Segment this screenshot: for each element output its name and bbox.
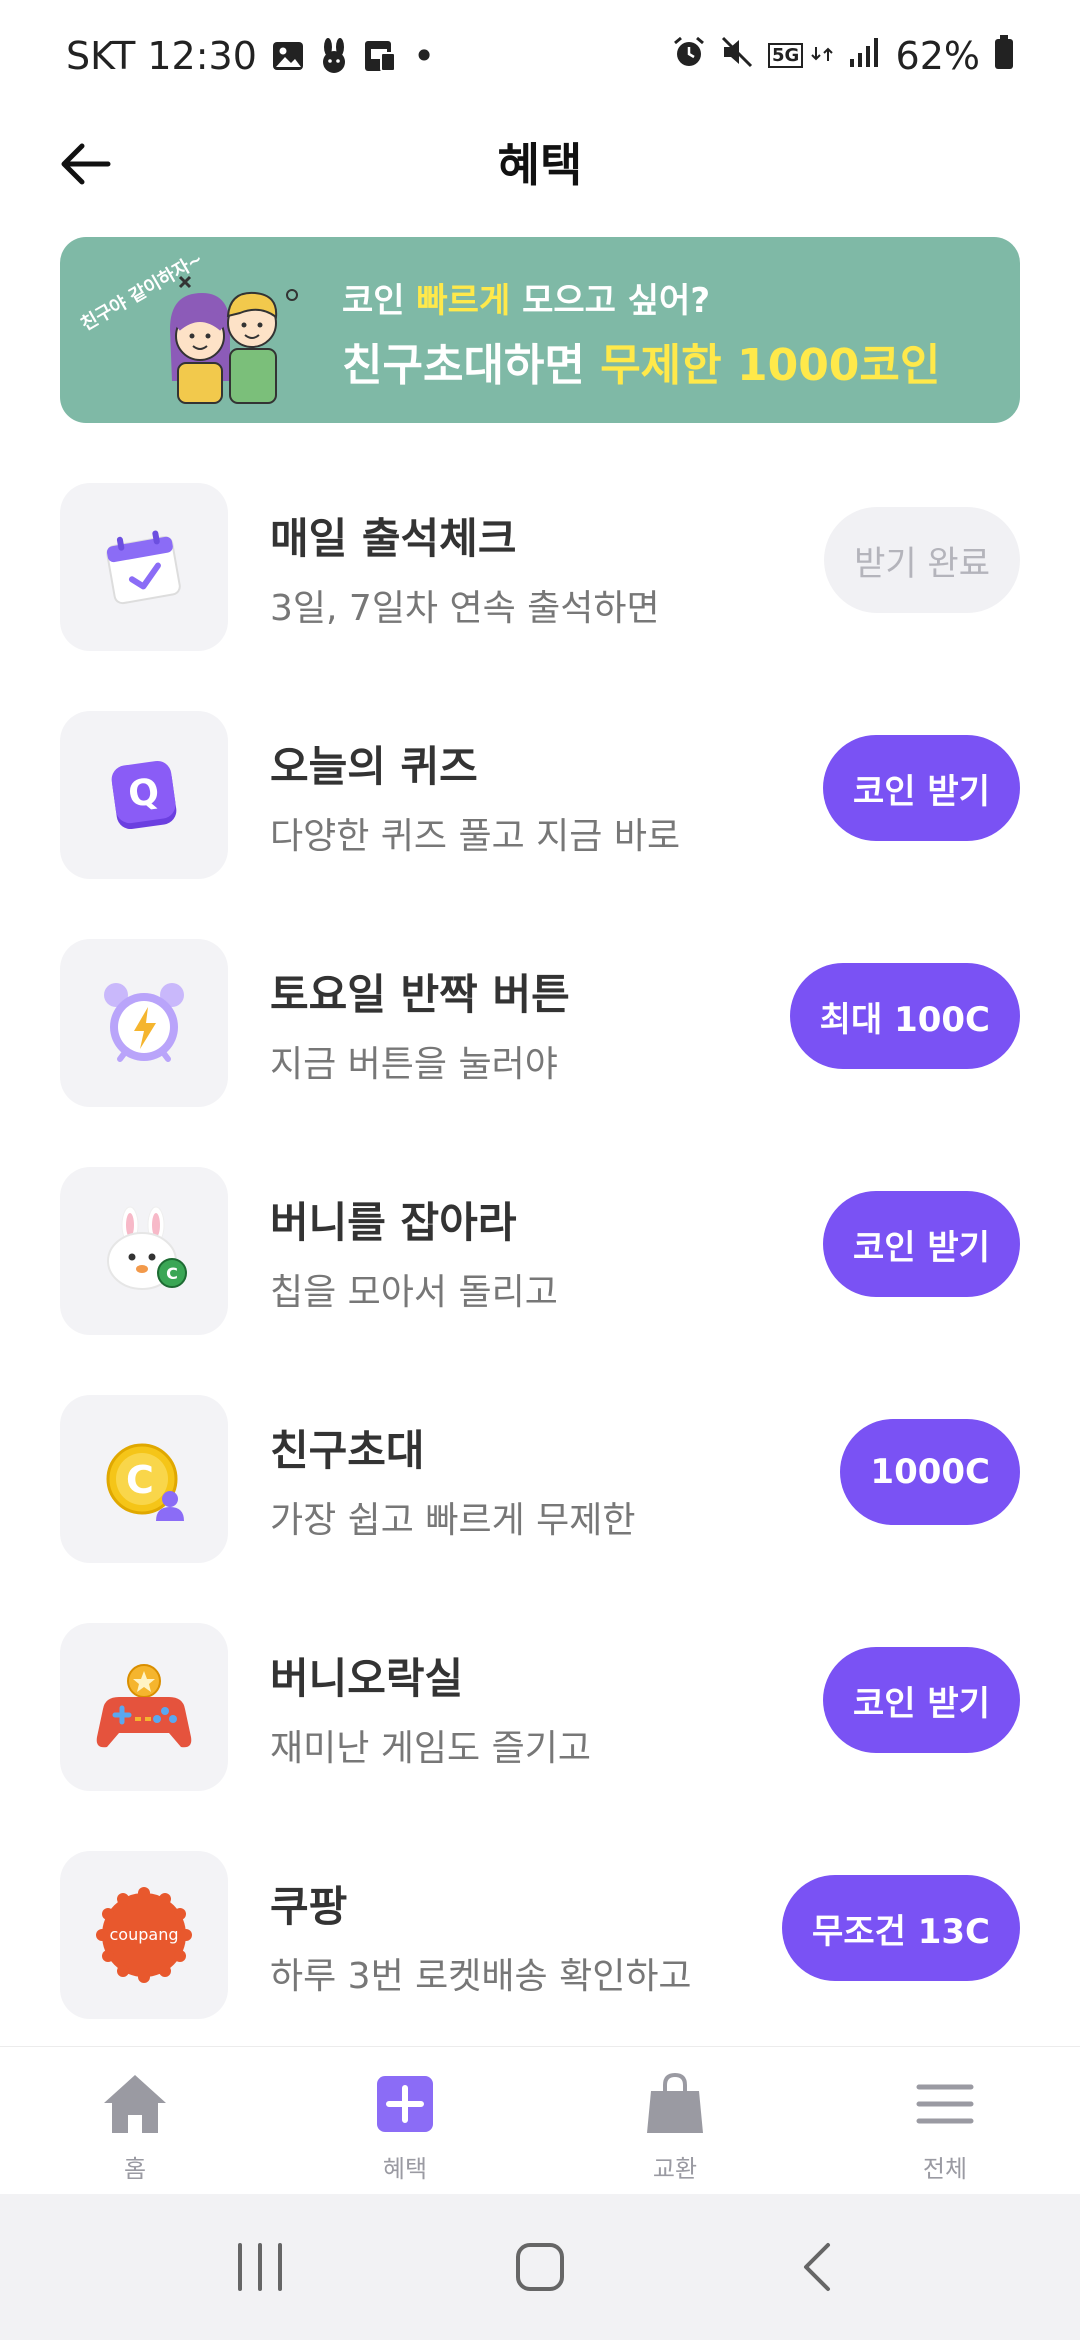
nav-exchange[interactable]: 교환 [540,2047,810,2194]
banner-subheadline: 친구초대하면 무제한 1000코인 [342,329,940,393]
get-coin-button[interactable]: 코인 받기 [823,1647,1020,1753]
calendar-check-icon [60,483,228,651]
status-dot: • [412,34,436,78]
bunny-status-icon [319,38,349,74]
item-subtitle: 하루 3번 로켓배송 확인하고 [270,1956,692,1997]
alarm-clock-icon [60,939,228,1107]
sim-icon [363,39,399,73]
item-title: 쿠팡 [270,1882,348,1931]
item-subtitle: 지금 버튼을 눌러야 [270,1044,558,1085]
nav-label: 교환 [652,2155,698,2183]
status-left: SKT 12:30 • [66,34,435,78]
coupang-logo-text: coupang [110,1925,179,1944]
mute-icon [720,34,754,78]
quiz-q-icon: Q [60,711,228,879]
plus-square-icon [370,2069,440,2139]
alarm-icon [672,34,706,78]
coupang-logo-icon: coupang [60,1851,228,2019]
bunny-icon: C [60,1167,228,1335]
recent-apps-button[interactable] [215,2222,305,2312]
item-title: 오늘의 퀴즈 [270,742,478,791]
back-system-button[interactable] [775,2222,865,2312]
banner-line2-a: 친구초대하면 [342,340,601,391]
home-square-icon [516,2243,564,2291]
chevron-left-icon [804,2243,830,2291]
get-coin-button[interactable]: 코인 받기 [823,1191,1020,1297]
svg-text:C: C [166,1264,178,1283]
banner-line1-highlight: 빠르게 [416,281,511,321]
benefit-list: 매일 출석체크 3일, 7일차 연속 출석하면 받기 완료 Q 오늘의 퀴즈 다… [0,475,1080,2071]
nav-benefits[interactable]: 혜택 [270,2047,540,2194]
list-item-saturday-button[interactable]: 토요일 반짝 버튼 지금 버튼을 눌러야 최대 100C [0,931,1080,1159]
list-item-invite-friend[interactable]: C 친구초대 가장 쉽고 빠르게 무제한 1000C [0,1387,1080,1615]
item-title: 버니오락실 [270,1654,464,1703]
nav-label: 전체 [922,2155,968,2183]
nav-home[interactable]: 홈 [0,2047,270,2194]
list-item-attendance[interactable]: 매일 출석체크 3일, 7일차 연속 출석하면 받기 완료 [0,475,1080,703]
guaranteed-13c-button[interactable]: 무조건 13C [782,1875,1020,1981]
battery-icon [994,34,1014,79]
bottom-nav: 홈 혜택 교환 전체 [0,2046,1080,2194]
item-subtitle: 재미난 게임도 즐기고 [270,1728,591,1769]
item-subtitle: 칩을 모아서 돌리고 [270,1272,558,1313]
nav-label: 홈 [123,2155,147,2183]
home-icon [100,2069,170,2139]
item-title: 토요일 반짝 버튼 [270,970,570,1019]
list-item-quiz[interactable]: Q 오늘의 퀴즈 다양한 퀴즈 풀고 지금 바로 코인 받기 [0,703,1080,931]
header: 혜택 [0,112,1080,212]
status-bar: SKT 12:30 • 5G 62% [0,0,1080,112]
gallery-icon [271,39,305,73]
back-button[interactable] [52,130,120,198]
network-5g-icon: 5G [767,43,834,68]
carrier-time: SKT 12:30 [66,34,257,78]
coin-person-icon: C [60,1395,228,1563]
list-item-coupang[interactable]: coupang 쿠팡 하루 3번 로켓배송 확인하고 무조건 13C [0,1843,1080,2071]
banner-line1-b: 모으고 싶어? [510,281,711,321]
item-subtitle: 다양한 퀴즈 풀고 지금 바로 [270,816,681,857]
nav-label: 혜택 [382,2155,428,2183]
item-title: 버니를 잡아라 [270,1198,517,1247]
menu-icon [910,2069,980,2139]
invite-banner[interactable]: 친구야 같이하자~ 코인 빠르게 모으고 싶어? 친구초대하면 무제한 1000… [60,237,1020,423]
nav-all[interactable]: 전체 [810,2047,1080,2194]
svg-text:Q: Q [126,771,162,816]
banner-line2-highlight: 무제한 1000코인 [600,340,941,391]
max-100c-button[interactable]: 최대 100C [789,963,1020,1069]
page-title: 혜택 [497,138,583,192]
item-title: 매일 출석체크 [270,514,517,563]
home-system-button[interactable] [495,2222,585,2312]
gamepad-icon [60,1623,228,1791]
shopping-bag-icon [640,2069,710,2139]
battery-percent: 62% [895,34,980,78]
list-item-arcade[interactable]: 버니오락실 재미난 게임도 즐기고 코인 받기 [0,1615,1080,1843]
friends-illustration: 친구야 같이하자~ [77,249,330,411]
svg-text:C: C [126,1458,154,1502]
item-title: 친구초대 [270,1426,425,1475]
system-nav-bar [0,2194,1080,2340]
status-right: 5G 62% [672,34,1014,79]
get-coin-button[interactable]: 코인 받기 [823,735,1020,841]
claim-complete-button[interactable]: 받기 완료 [824,507,1020,613]
banner-headline: 코인 빠르게 모으고 싶어? [342,273,710,322]
arrow-left-icon [61,143,111,185]
network-label: 5G [767,43,804,68]
banner-line1-a: 코인 [342,281,417,321]
invite-1000c-button[interactable]: 1000C [840,1419,1020,1525]
list-item-catch-bunny[interactable]: C 버니를 잡아라 칩을 모아서 돌리고 코인 받기 [0,1159,1080,1387]
item-subtitle: 3일, 7일차 연속 출석하면 [270,588,660,629]
signal-icon [848,34,882,78]
item-subtitle: 가장 쉽고 빠르게 무제한 [270,1500,636,1541]
recent-apps-icon [238,2243,282,2291]
